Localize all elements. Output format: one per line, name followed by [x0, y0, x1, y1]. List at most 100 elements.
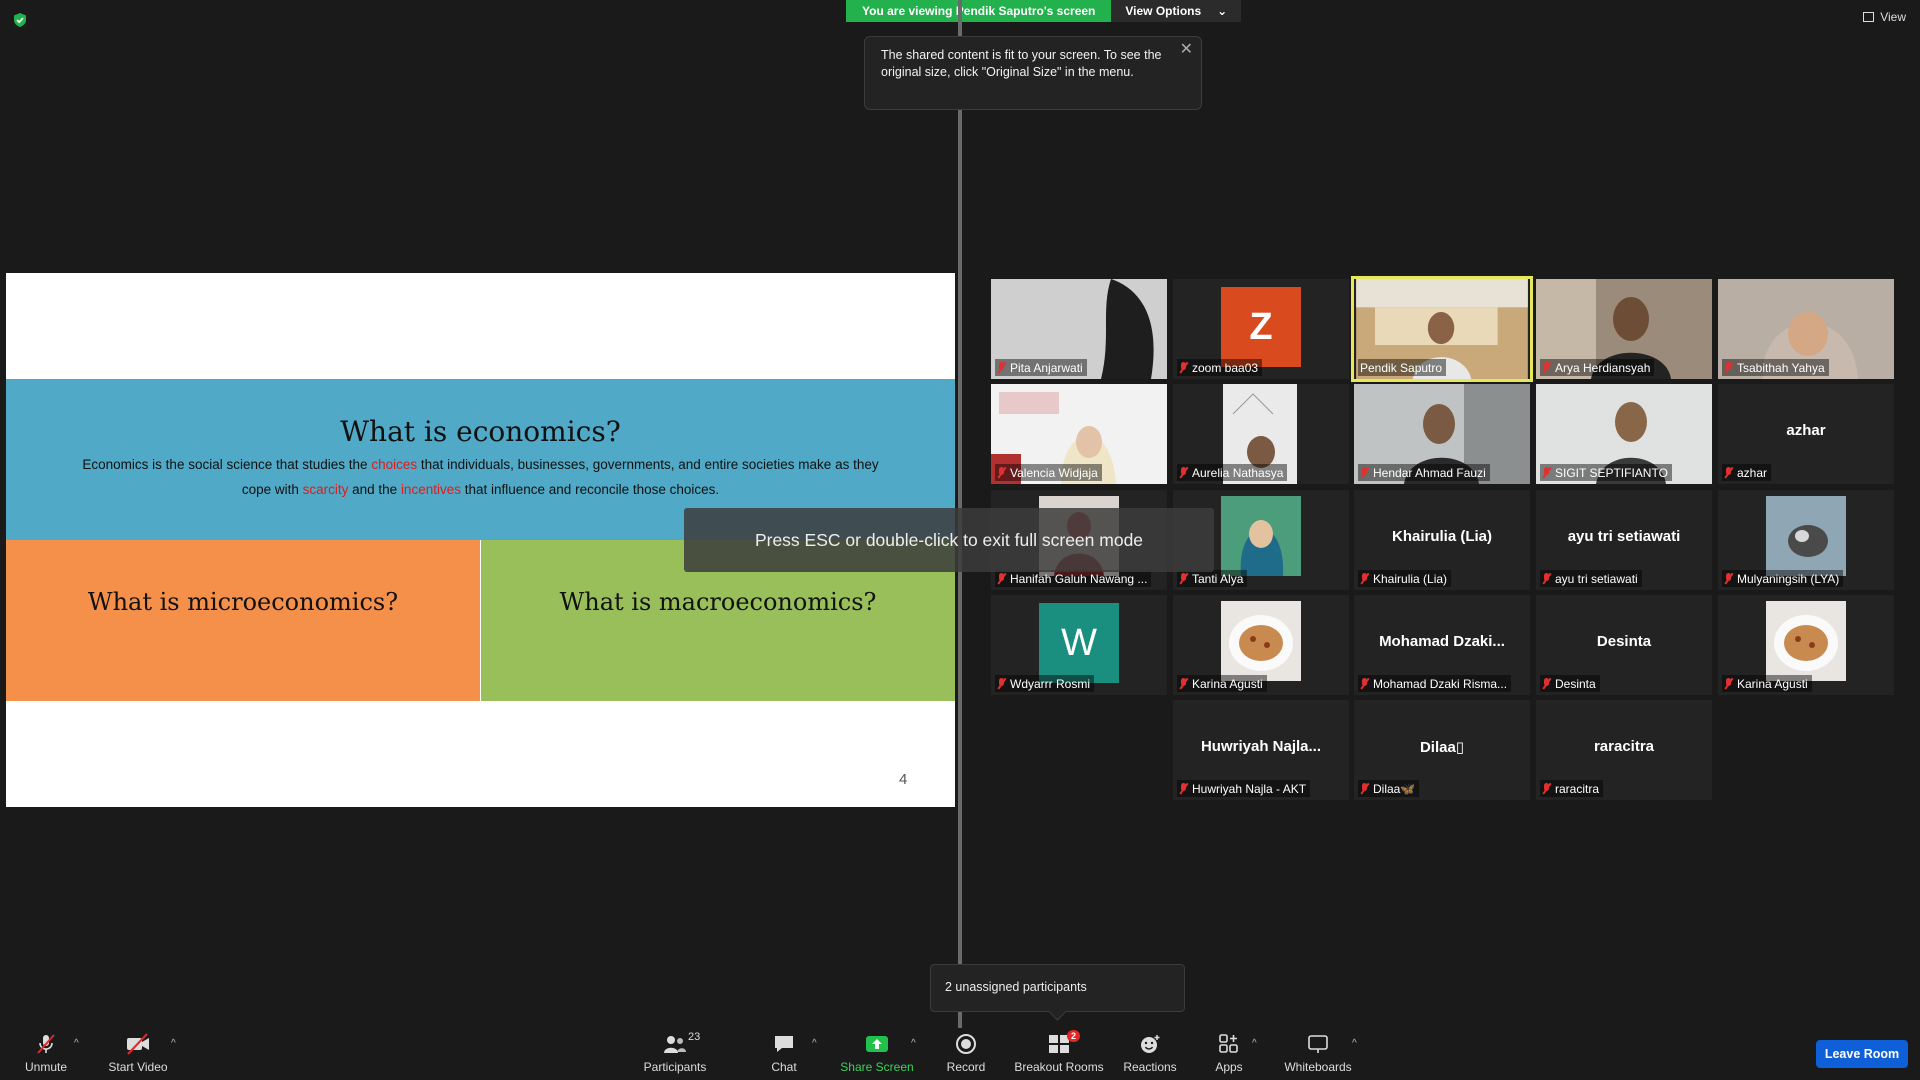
participant-name: Hanifah Galuh Nawang ...	[995, 570, 1152, 587]
participant-tile-raracitra[interactable]: raracitra raracitra	[1536, 700, 1712, 800]
security-shield-icon[interactable]	[12, 12, 28, 28]
reactions-button[interactable]: Reactions	[1121, 1028, 1179, 1080]
unmute-button[interactable]: Unmute	[18, 1028, 74, 1080]
slide-title: What is economics?	[340, 415, 621, 448]
participant-tile-karina-1[interactable]: Karina Agusti	[1173, 595, 1349, 695]
microeconomics-heading: What is microeconomics?	[87, 588, 399, 616]
participant-tile-valencia[interactable]: Valencia Widjaja	[991, 384, 1167, 484]
chat-options-chevron-icon[interactable]: ^	[812, 1038, 817, 1049]
muted-mic-icon	[1724, 467, 1733, 478]
grid-view-icon	[1863, 12, 1875, 22]
participant-display-name: Desinta	[1596, 633, 1652, 650]
view-button[interactable]: View	[1863, 10, 1906, 24]
audio-options-chevron-icon[interactable]: ^	[74, 1038, 79, 1049]
participant-tile-mohamad[interactable]: Mohamad Dzaki... Mohamad Dzaki Risma...	[1354, 595, 1530, 695]
participant-name: Pita Anjarwati	[995, 359, 1087, 376]
muted-mic-icon	[1724, 362, 1733, 373]
participant-name: Arya Herdiansyah	[1540, 359, 1655, 376]
participant-tile-dilaa[interactable]: Dilaa▯ Dilaa🦋	[1354, 700, 1530, 800]
participant-tile-huwriyah[interactable]: Huwriyah Najla... Huwriyah Najla - AKT	[1173, 700, 1349, 800]
participant-tile-tsabithah[interactable]: Tsabithah Yahya	[1718, 279, 1894, 379]
participant-tile-ayu[interactable]: ayu tri setiawati ayu tri setiawati	[1536, 490, 1712, 590]
close-icon[interactable]: ✕	[1180, 41, 1193, 58]
participant-tile-zoom[interactable]: Z zoom baa03	[1173, 279, 1349, 379]
muted-mic-icon	[1179, 573, 1188, 584]
participant-name: Dilaa🦋	[1358, 780, 1420, 797]
participant-tile-pita[interactable]: Pita Anjarwati	[991, 279, 1167, 379]
profile-picture	[1221, 601, 1301, 681]
split-divider-top[interactable]	[958, 0, 962, 36]
chat-icon	[771, 1032, 797, 1056]
participant-tile-arya[interactable]: Arya Herdiansyah	[1536, 279, 1712, 379]
participant-tile-hendar[interactable]: Hendar Ahmad Fauzi	[1354, 384, 1530, 484]
chevron-down-icon: ⌄	[1217, 4, 1228, 18]
participant-name: Karina Agusti	[1177, 675, 1267, 692]
participant-display-name: Mohamad Dzaki...	[1379, 633, 1505, 650]
reactions-label: Reactions	[1123, 1060, 1177, 1074]
apps-options-chevron-icon[interactable]: ^	[1252, 1038, 1257, 1049]
leave-room-button[interactable]: Leave Room	[1816, 1040, 1908, 1068]
participant-tile-aurelia[interactable]: Aurelia Nathasya	[1173, 384, 1349, 484]
participant-name: Desinta	[1540, 675, 1600, 692]
avatar: W	[1039, 603, 1119, 683]
muted-mic-icon	[1179, 783, 1188, 794]
participant-tile-khairulia[interactable]: Khairulia (Lia) Khairulia (Lia)	[1354, 490, 1530, 590]
unassigned-participants-popup[interactable]: 2 unassigned participants	[930, 964, 1185, 1012]
participant-display-name: Khairulia (Lia)	[1391, 528, 1492, 545]
muted-mic-icon	[1360, 467, 1369, 478]
participants-icon: 23	[662, 1031, 700, 1056]
whiteboard-options-chevron-icon[interactable]: ^	[1352, 1038, 1357, 1049]
participant-name: Tanti Alya	[1177, 570, 1248, 587]
record-button[interactable]: Record	[944, 1028, 988, 1080]
muted-mic-icon	[1542, 573, 1551, 584]
breakout-badge: 2	[1066, 1030, 1080, 1042]
muted-mic-icon	[1542, 783, 1551, 794]
participant-display-name: ayu tri setiawati	[1567, 528, 1681, 545]
participants-label: Participants	[643, 1060, 707, 1074]
breakout-rooms-button[interactable]: 2 Breakout Rooms	[1012, 1028, 1106, 1080]
participant-name: Wdyarrr Rosmi	[995, 675, 1094, 692]
unmute-label: Unmute	[24, 1060, 68, 1074]
start-video-button[interactable]: Start Video	[106, 1028, 170, 1080]
participant-name: Valencia Widjaja	[995, 464, 1102, 481]
share-screen-button[interactable]: Share Screen	[838, 1028, 916, 1080]
share-options-chevron-icon[interactable]: ^	[911, 1038, 916, 1049]
muted-mic-icon	[1542, 362, 1551, 373]
participant-tile-pendik[interactable]: Pendik Saputro	[1351, 276, 1533, 382]
apps-button[interactable]: Apps	[1212, 1028, 1246, 1080]
muted-mic-icon	[1360, 678, 1369, 689]
profile-picture	[1766, 496, 1846, 576]
participant-tile-mulyaningsih[interactable]: Mulyaningsih (LYA)	[1718, 490, 1894, 590]
muted-mic-icon	[997, 678, 1006, 689]
participant-display-name: Huwriyah Najla...	[1200, 738, 1322, 755]
muted-mic-icon	[1542, 467, 1551, 478]
fit-screen-tooltip: The shared content is fit to your screen…	[864, 36, 1202, 110]
video-options-chevron-icon[interactable]: ^	[171, 1038, 176, 1049]
participants-button[interactable]: 23 Participants	[640, 1028, 710, 1080]
participants-count: 23	[688, 1031, 701, 1043]
participant-display-name: Dilaa▯	[1419, 739, 1465, 756]
participant-name: ayu tri setiawati	[1540, 570, 1642, 587]
view-options-button[interactable]: View Options ⌄	[1111, 0, 1242, 22]
share-screen-icon	[864, 1032, 890, 1056]
muted-mic-icon	[997, 362, 1006, 373]
participant-name: zoom baa03	[1177, 359, 1263, 376]
chat-label: Chat	[771, 1060, 797, 1074]
view-label: View	[1880, 10, 1906, 24]
participant-tile-azhar[interactable]: azhar azhar	[1718, 384, 1894, 484]
whiteboards-button[interactable]: Whiteboards	[1282, 1028, 1354, 1080]
participant-name: Khairulia (Lia)	[1358, 570, 1452, 587]
participant-display-name: raracitra	[1593, 738, 1655, 755]
video-off-icon	[125, 1032, 151, 1056]
chat-button[interactable]: Chat	[764, 1028, 804, 1080]
record-label: Record	[946, 1060, 986, 1074]
microeconomics-section: What is microeconomics?	[6, 540, 480, 701]
profile-picture	[1766, 601, 1846, 681]
participant-tile-karina-2[interactable]: Karina Agusti	[1718, 595, 1894, 695]
muted-mic-icon	[1179, 467, 1188, 478]
participant-tile-wdyarrr[interactable]: W Wdyarrr Rosmi	[991, 595, 1167, 695]
participant-tile-sigit[interactable]: SIGIT SEPTIFIANTO	[1536, 384, 1712, 484]
participant-tile-desinta[interactable]: Desinta Desinta	[1536, 595, 1712, 695]
breakout-rooms-label: Breakout Rooms	[1014, 1060, 1104, 1074]
macroeconomics-heading: What is macroeconomics?	[559, 588, 877, 616]
